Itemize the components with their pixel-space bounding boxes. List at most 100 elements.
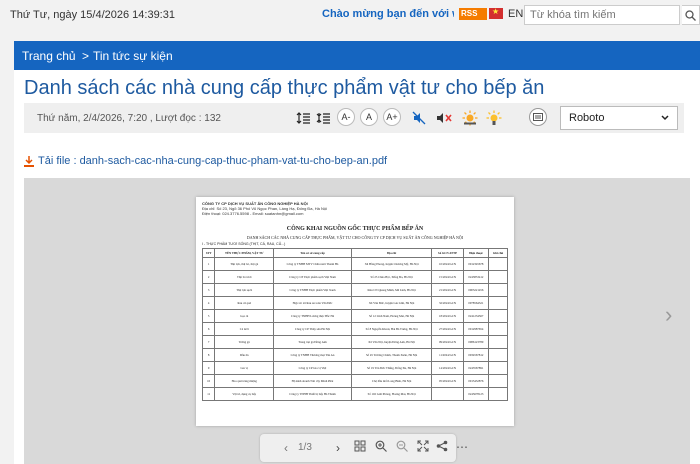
doc-table-cell: 0978564321 [462, 296, 490, 310]
keyboard-icon[interactable] [529, 108, 547, 126]
language-en-link[interactable]: EN [508, 8, 523, 20]
doc-table-cell: Công ty TNHH Thương mại Tân An [273, 348, 352, 362]
grid-view-icon[interactable] [352, 440, 368, 456]
doc-table-cell: Cá tươi [214, 322, 275, 336]
search-input[interactable] [524, 5, 680, 25]
font-decrease-button[interactable]: A- [337, 108, 355, 126]
doc-table-cell: Vật tư, dụng cụ bếp [214, 387, 275, 401]
chevron-down-icon [661, 115, 669, 121]
doc-table-row: 9 Gia vị Công ty CP Gia vị Việt Số 19 Tôn Đ… [201, 361, 508, 375]
brightness-icon[interactable] [462, 108, 478, 128]
doc-table-cell: Thịt lợn, thịt bò, thịt gà [214, 257, 275, 271]
doc-table-header: TÊN THỰC PHẨM, VẬT TƯ [214, 248, 275, 258]
page-indicator: 1/3 [298, 442, 312, 453]
doc-table-cell: Công ty TNHH Thiết bị bếp Hà Thành [273, 387, 352, 401]
doc-table-cell [488, 270, 508, 284]
font-family-value: Roboto [569, 112, 605, 124]
doc-table-cell [488, 257, 508, 271]
vietnamese-flag-icon[interactable] [489, 7, 503, 19]
article-container: Danh sách các nhà cung cấp thực phẩm vật… [14, 70, 700, 464]
doc-table-cell [488, 348, 508, 362]
doc-table-cell: 0986123789 [462, 335, 490, 349]
doc-table-header: Tên cơ sở cung cấp [273, 248, 352, 258]
doc-table-cell: 6 [201, 322, 216, 336]
doc-table-cell: Hộ kinh doanh Trái cây Minh Phát [273, 374, 352, 388]
breadcrumb-home[interactable]: Trang chủ [22, 49, 76, 63]
doc-table-header: Địa chỉ [350, 248, 433, 258]
top-bar: Thứ Tư, ngày 15/4/2026 14:39:31 Chào mừn… [0, 0, 700, 32]
doc-table-cell [431, 387, 464, 401]
doc-table-cell: 0915432876 [462, 374, 490, 388]
doc-table-cell: 21/2024/GCN [431, 283, 464, 297]
doc-table-row: 11 Vật tư, dụng cụ bếp Công ty TNHH Thiết … [201, 387, 508, 401]
doc-table-cell [488, 296, 508, 310]
line-spacing-increase-icon[interactable] [296, 108, 310, 128]
doc-table-cell: Công ty TNHH Lương thực Bắc Hà [273, 309, 352, 323]
doc-table-row: 1 Thịt lợn, thịt bò, thịt gà Công ty TNHH … [201, 257, 508, 271]
doc-table-cell [488, 335, 508, 349]
doc-table-cell: 32/2024/GCN [431, 296, 464, 310]
doc-table-cell: Hoa quả tráng miệng [214, 374, 275, 388]
doc-table-cell: Số 102 Giải Phóng, Hoàng Mai, Hà Nội [350, 387, 433, 401]
share-icon[interactable] [434, 440, 450, 456]
search-button[interactable] [682, 5, 700, 25]
zoom-out-icon[interactable] [394, 440, 410, 456]
doc-table-cell: 4 [201, 296, 216, 310]
download-label: Tải file : danh-sach-cac-nha-cung-cap-th… [38, 155, 388, 167]
breadcrumb-section[interactable]: Tin tức sự kiện [93, 49, 173, 63]
contrast-icon[interactable] [486, 108, 502, 128]
audio-off-icon[interactable] [436, 108, 452, 128]
doc-table-cell: Xã Văn Đức, huyện Gia Lâm, Hà Nội [350, 296, 433, 310]
doc-table-cell: Xã Vân Nội, huyện Đông Anh, Hà Nội [350, 335, 433, 349]
doc-table-row: 4 Rau củ quả Hợp tác xã Rau an toàn Văn Đứ… [201, 296, 508, 310]
doc-title: CÔNG KHAI NGUỒN GỐC THỰC PHẨM BẾP ĂN [286, 226, 424, 232]
doc-table-cell: 10/2024/GCN [431, 257, 464, 271]
doc-table-row: 8 Dầu ăn Công ty TNHH Thương mại Tân An Số … [201, 348, 508, 362]
line-spacing-decrease-icon[interactable] [316, 108, 330, 128]
font-family-select[interactable]: Roboto [560, 106, 678, 130]
doc-table-cell: Rau củ quả [214, 296, 275, 310]
doc-table-cell: 1 [201, 257, 216, 271]
pdf-viewer[interactable]: CÔNG TY CP DỊCH VỤ SUẤT ĂN CÔNG NGHIỆP H… [24, 178, 690, 464]
doc-table-cell: 05/2024/GCN [431, 374, 464, 388]
doc-table-cell: Công ty TNHH MTV Chăn nuôi Thanh Hà [273, 257, 352, 271]
doc-table-cell: 27/2024/GCN [431, 322, 464, 336]
doc-table-cell: 7 [201, 335, 216, 349]
font-normal-button[interactable]: A [360, 108, 378, 126]
doc-table-cell [488, 387, 508, 401]
doc-table-cell: Chợ đầu mối Long Biên, Hà Nội [350, 374, 433, 388]
doc-table-cell [488, 322, 508, 336]
font-increase-button[interactable]: A+ [383, 108, 401, 126]
doc-table-cell: 3 [201, 283, 216, 297]
doc-table-cell: 18/2024/GCN [431, 309, 464, 323]
next-page-icon[interactable]: › [330, 440, 346, 456]
doc-table-cell: Gạo tẻ [214, 309, 275, 323]
more-options-icon[interactable]: ⋯ [454, 439, 470, 455]
doc-table-cell: Trứng gà [214, 335, 275, 349]
prev-page-icon[interactable]: ‹ [278, 440, 294, 456]
doc-table-cell: 10 [201, 374, 216, 388]
doc-table-cell: Công ty CP Thủy sản Hà Nội [273, 322, 352, 336]
doc-table-cell: Công ty TNHH Thực phẩm Việt Xanh [273, 283, 352, 297]
zoom-in-icon[interactable] [373, 440, 389, 456]
doc-table-cell: 8 [201, 348, 216, 362]
doc-table-cell [488, 283, 508, 297]
fullscreen-icon[interactable] [415, 440, 431, 456]
doc-table-cell: Dầu ăn [214, 348, 275, 362]
doc-table-cell: 2 [201, 270, 216, 284]
doc-table-cell: 0903221456 [462, 283, 490, 297]
doc-table-cell: Thịt lợn sạch [214, 283, 275, 297]
doc-table-cell: 0241234567 [462, 309, 490, 323]
doc-table-cell: Khu CN Quang Minh, Mê Linh, Hà Nội [350, 283, 433, 297]
speaker-mute-icon[interactable] [412, 108, 426, 128]
doc-table-cell: Xã Hồng Phong, huyện Chương Mỹ, Hà Nội [350, 257, 433, 271]
next-page-arrow-icon[interactable]: › [665, 302, 672, 328]
download-icon [24, 155, 34, 167]
page-title: Danh sách các nhà cung cấp thực phẩm vật… [24, 77, 545, 99]
doc-subtitle: DANH SÁCH CÁC NHÀ CUNG CẤP THỰC PHẨM, VẬ… [246, 235, 464, 240]
viewer-toolbar: ‹ 1/3 › [260, 434, 456, 462]
rss-button[interactable]: RSS [459, 8, 487, 20]
doc-table-header: Ghi chú [488, 248, 508, 258]
doc-table-row: 3 Thịt lợn sạch Công ty TNHH Thực phẩm Việ… [201, 283, 508, 297]
download-link[interactable]: Tải file : danh-sach-cac-nha-cung-cap-th… [24, 155, 387, 167]
